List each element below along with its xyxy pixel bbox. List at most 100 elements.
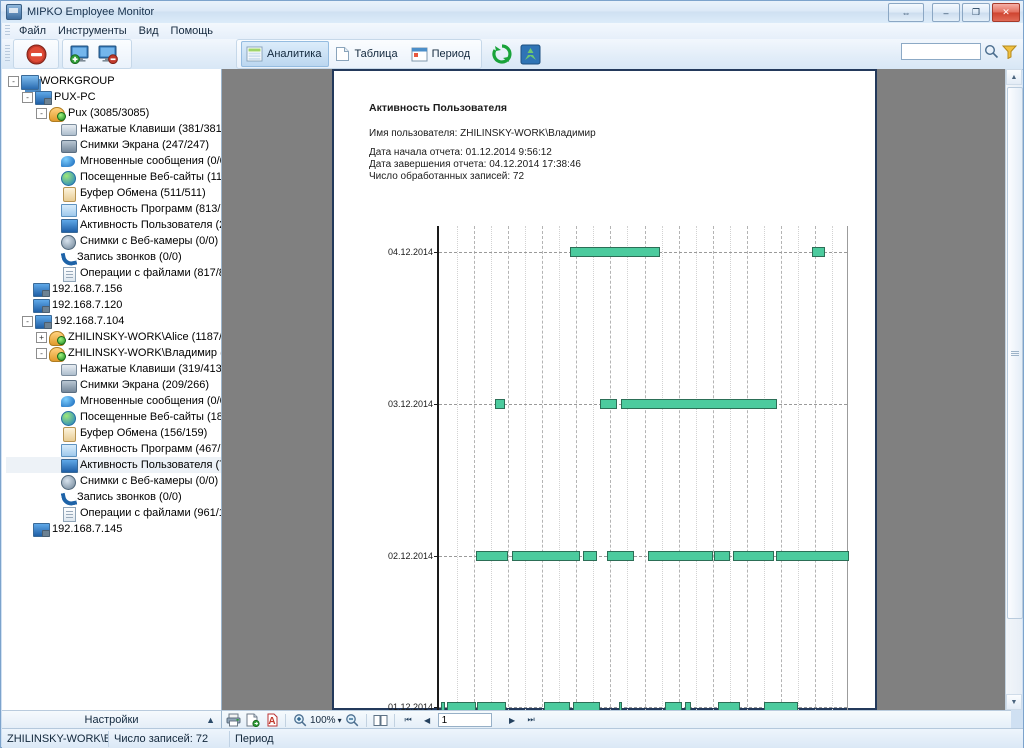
zoom-in-button[interactable] [291, 712, 308, 728]
tree-item[interactable]: Активность Программ (467/552) [6, 441, 221, 457]
keystrokes-icon [61, 362, 77, 376]
report-title: Активность Пользователя [369, 102, 507, 114]
menu-item-tools[interactable]: Инструменты [52, 24, 133, 38]
page-number-input[interactable]: 1 [437, 713, 492, 727]
chart-activity-bar [664, 702, 682, 710]
computer-icon [35, 90, 52, 105]
tree-item[interactable]: Запись звонков (0/0) [6, 489, 221, 505]
export-button[interactable] [244, 712, 261, 728]
expand-toggle-icon[interactable]: + [36, 331, 47, 343]
tree-item[interactable]: Нажатые Клавиши (381/381) [6, 121, 221, 137]
search-icon[interactable] [984, 44, 999, 59]
collapse-toggle-icon[interactable]: - [22, 315, 33, 327]
chart-y-axis-tick-label: 02.12.2014 [387, 551, 433, 561]
close-button[interactable]: ✕ [992, 3, 1020, 22]
chart-activity-bar [685, 702, 691, 710]
tab-analytics[interactable]: Аналитика [241, 41, 330, 67]
tree-item-label: 192.168.7.145 [52, 523, 123, 535]
tree-item[interactable]: Мгновенные сообщения (0/0) [6, 393, 221, 409]
first-page-button[interactable]: ⏮ [400, 712, 417, 728]
tree-item[interactable]: Запись звонков (0/0) [6, 249, 221, 265]
tab-period[interactable]: Период [407, 42, 478, 66]
add-computer-button[interactable] [67, 42, 93, 66]
tree-item-label: PUX-PC [54, 91, 96, 103]
computer-icon [33, 282, 50, 297]
collapse-toggle-icon[interactable]: - [36, 347, 47, 359]
activity-timeline-chart: 04.12.2014 03.12.2014 02.12.2014 01.12.2014 [388, 226, 849, 710]
tree-item[interactable]: Снимки с Веб-камеры (0/0) [6, 233, 221, 250]
chevron-up-icon[interactable]: ▲ [206, 715, 215, 725]
collapse-toggle-icon[interactable]: - [36, 107, 47, 119]
chart-activity-bar [763, 702, 798, 710]
tree-item[interactable]: Посещенные Веб-сайты (1867/2506) [6, 409, 221, 426]
tree-item[interactable]: Активность Пользователя (74/94) [6, 457, 221, 473]
tree-item[interactable]: Операции с файлами (817/817) [6, 265, 221, 282]
webcam-icon [61, 474, 77, 490]
screenshot-icon [61, 378, 77, 393]
tab-table[interactable]: Таблица [331, 42, 404, 66]
pdf-export-button[interactable]: A [263, 712, 280, 728]
page-layout-button[interactable] [372, 712, 389, 728]
search-input[interactable] [901, 43, 981, 60]
zoom-selector[interactable]: 100% ▾ [310, 715, 342, 726]
tree-item-label: Запись звонков (0/0) [77, 251, 182, 263]
collapse-toggle-icon[interactable]: - [8, 75, 19, 87]
tree-item[interactable]: 192.168.7.120 [6, 297, 221, 313]
menu-item-file[interactable]: Файл [13, 24, 52, 38]
remove-computer-button[interactable] [95, 42, 121, 66]
tree-item[interactable]: 192.168.7.145 [6, 521, 221, 537]
tree-item[interactable]: - ZHILINSKY-WORK\Владимир (4053/5003) [6, 345, 221, 362]
tree-item[interactable]: Активность Программ (813/813) [6, 201, 221, 217]
chevron-down-icon[interactable]: ▾ [338, 716, 342, 725]
tree-item[interactable]: - WORKGROUP [6, 73, 221, 90]
prev-page-button[interactable]: ◀ [419, 712, 436, 728]
tree-item[interactable]: Мгновенные сообщения (0/0) [6, 153, 221, 169]
tree-item[interactable]: Снимки с Веб-камеры (0/0) [6, 473, 221, 490]
chart-y-axis-tick-mark [434, 556, 439, 557]
print-button[interactable] [225, 712, 242, 728]
tree-item[interactable]: Буфер Обмена (156/159) [6, 425, 221, 442]
last-page-button[interactable]: ⏭ [523, 712, 540, 728]
stop-monitoring-button[interactable] [23, 42, 49, 66]
maximize-button[interactable]: ❐ [962, 3, 990, 22]
tree-panel[interactable]: - WORKGROUP - PUX-PC - Pux (3085/3085) Нажатые… [2, 69, 222, 710]
tree-item[interactable]: Нажатые Клавиши (319/413) [6, 361, 221, 377]
tree-item[interactable]: - PUX-PC [6, 89, 221, 105]
next-page-button[interactable]: ▶ [504, 712, 521, 728]
menu-item-view[interactable]: Вид [133, 24, 165, 38]
tree-item[interactable]: Снимки Экрана (247/247) [6, 137, 221, 153]
recycle-bin-button[interactable] [517, 42, 543, 66]
chat-icon [61, 394, 77, 408]
tree-item[interactable]: Активность Пользователя (202/202) [6, 217, 221, 233]
stop-group [13, 39, 59, 69]
tree-item[interactable]: 192.168.7.156 [6, 281, 221, 297]
tree-item[interactable]: - 192.168.7.104 [6, 313, 221, 329]
filter-icon[interactable] [1002, 44, 1017, 59]
tree-item-label: Активность Пользователя (74/94) [80, 459, 221, 471]
tree-item[interactable]: + ZHILINSKY-WORK\Alice (1187/1187) [6, 329, 221, 346]
report-end-date: Дата завершения отчета: 04.12.2014 17:38… [369, 159, 581, 170]
report-viewport[interactable]: Активность Пользователя Имя пользователя… [222, 69, 1008, 710]
vertical-scrollbar[interactable]: ▲ ▼ [1005, 69, 1023, 710]
scroll-up-button[interactable]: ▲ [1006, 69, 1022, 85]
minimize-button[interactable]: – [932, 3, 960, 22]
tree-item[interactable]: Буфер Обмена (511/511) [6, 185, 221, 202]
tree-item[interactable]: - Pux (3085/3085) [6, 105, 221, 122]
settings-panel-header[interactable]: Настройки ▲ [2, 710, 222, 729]
scrollbar-thumb[interactable] [1007, 87, 1023, 619]
collapse-toggle-icon[interactable]: - [22, 91, 33, 103]
restore-layout-button[interactable]: ⇔ [888, 3, 924, 22]
status-user: ZHILINSKY-WORK\Влади [2, 730, 109, 747]
chart-vertical-gridline [474, 226, 476, 710]
tree-item[interactable]: Операции с файлами (961/1013) [6, 505, 221, 522]
chart-activity-bar [717, 702, 740, 710]
chart-vertical-gridline [746, 226, 748, 710]
scroll-down-button[interactable]: ▼ [1006, 694, 1022, 710]
tree-item[interactable]: Посещенные Веб-сайты (114/114) [6, 169, 221, 186]
menu-item-help[interactable]: Помощь [165, 24, 220, 38]
refresh-button[interactable] [489, 42, 515, 66]
zoom-out-button[interactable] [344, 712, 361, 728]
tree-item[interactable]: Снимки Экрана (209/266) [6, 377, 221, 393]
